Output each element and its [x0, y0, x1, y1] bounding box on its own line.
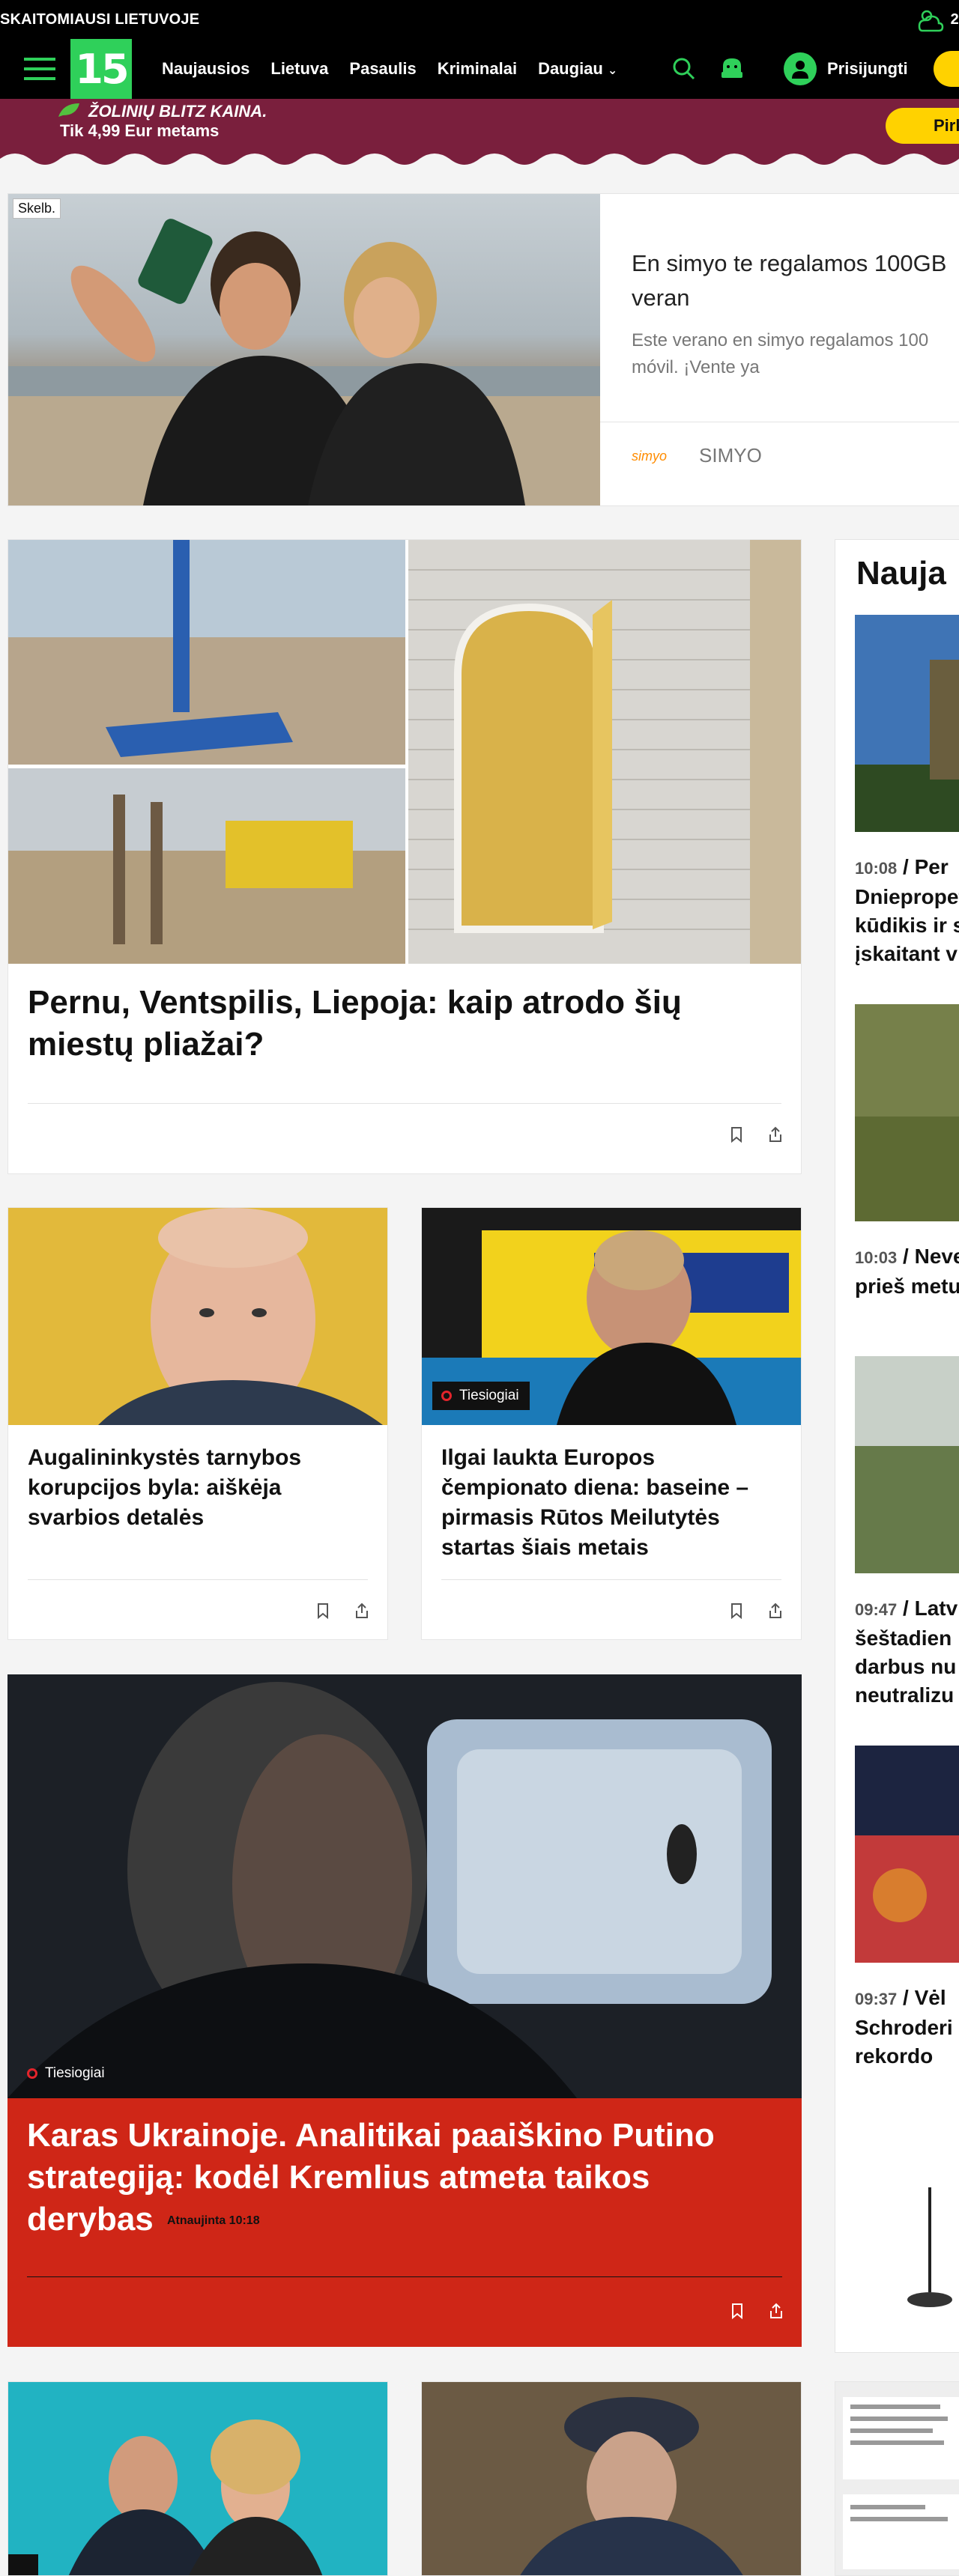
sidebar-news-item[interactable]: 10:03 / Neve prieš metu: [855, 1004, 959, 1301]
subscribe-button[interactable]: [934, 51, 959, 87]
updated-timestamp: Atnaujinta 10:18: [167, 2214, 260, 2228]
hamburger-icon: [24, 58, 55, 80]
ad-brand-name[interactable]: SIMYO: [699, 444, 762, 467]
news-thumb: [855, 1356, 959, 1573]
news-time: 10:08: [855, 859, 898, 878]
nav-link-daugiau-label: Daugiau: [538, 59, 603, 78]
ad-image: [8, 194, 600, 505]
card-actions: [727, 1602, 784, 1620]
card-actions: [728, 2302, 785, 2320]
ad-description: Este verano en simyo regalamos 100 móvil…: [632, 330, 929, 377]
most-read-label[interactable]: SKAITOMIAUSI LIETUVOJE: [0, 11, 199, 28]
news-thumb: [855, 1746, 959, 1963]
weather-cloud-sun-icon: [918, 10, 943, 32]
ad-title[interactable]: En simyo te regalamos 100GB veran: [632, 246, 959, 315]
news-time: 10:03: [855, 1248, 898, 1267]
promo-headline: ŽOLINIŲ BLITZ KAINA.: [88, 102, 267, 121]
article-card-chat-screenshot[interactable]: [835, 2381, 959, 2576]
search-icon[interactable]: [671, 55, 698, 82]
login-label: Prisijungti: [827, 59, 908, 78]
bookmark-icon[interactable]: [727, 1602, 745, 1620]
article-image-swimmer: Tiesiogiai: [422, 1208, 801, 1425]
sidebar-news-item[interactable]: 10:08 / Per Dniepropet kūdikis ir s įska…: [855, 615, 959, 968]
article-card-corruption[interactable]: Augalininkystės tarnybos korupcijos byla…: [7, 1207, 388, 1640]
card-divider: [27, 2276, 782, 2277]
live-dot-icon: [441, 1391, 452, 1401]
site-logo[interactable]: 15: [70, 39, 132, 99]
article-image-beaches: [8, 540, 801, 964]
article-card-swimming[interactable]: Tiesiogiai Ilgai laukta Europos čempiona…: [421, 1207, 802, 1640]
article-card-tennis[interactable]: [7, 2381, 388, 2576]
sidebar-news-item[interactable]: 09:47 / Latv šeštadien darbus nu neutral…: [855, 1356, 959, 1710]
article-title[interactable]: Augalininkystės tarnybos korupcijos byla…: [28, 1443, 357, 1533]
sidebar-image-partial: [855, 2172, 959, 2322]
card-actions: [727, 1126, 784, 1143]
article-image-politician: [8, 1208, 387, 1425]
top-strip: SKAITOMIAUSI LIETUVOJE 2: [0, 0, 959, 39]
nav-link-pasaulis[interactable]: Pasaulis: [349, 59, 416, 79]
article-title[interactable]: Karas Ukrainoje. Analitikai paaiškino Pu…: [27, 2115, 776, 2242]
nav-icons: [671, 39, 745, 99]
share-icon[interactable]: [353, 1602, 371, 1620]
news-time: 09:37: [855, 1990, 898, 2008]
card-actions: [314, 1602, 371, 1620]
nav-links: Naujausios Lietuva Pasaulis Kriminalai D…: [162, 59, 617, 79]
sidebar-heading: Nauja: [856, 555, 946, 592]
bookmark-icon[interactable]: [727, 1126, 745, 1143]
live-badge: Tiesiogiai: [432, 1382, 530, 1410]
promo-banner[interactable]: ŽOLINIŲ BLITZ KAINA. Tik 4,99 Eur metams…: [0, 99, 959, 153]
share-icon[interactable]: [767, 2302, 785, 2320]
sidebar-news-item[interactable]: 09:37 / Vėl Schroderi rekordo: [855, 1746, 959, 2071]
article-image-tennis-couple: [8, 2382, 387, 2575]
live-dot-icon: [27, 2068, 37, 2079]
live-badge-label: Tiesiogiai: [45, 2065, 105, 2081]
ad-brand-logo: simyo: [632, 449, 668, 464]
sponsored-badge: Skelb.: [13, 198, 61, 219]
share-icon[interactable]: [766, 1602, 784, 1620]
card-divider: [28, 1103, 781, 1104]
article-card-ukraine-war[interactable]: Tiesiogiai Karas Ukrainoje. Analitikai p…: [7, 1674, 802, 2347]
live-badge: Tiesiogiai: [18, 2059, 115, 2088]
sponsored-ad[interactable]: Skelb. En simyo te regalamos 100GB veran…: [7, 193, 959, 506]
nav-link-lietuva[interactable]: Lietuva: [270, 59, 328, 79]
news-thumb: [855, 1004, 959, 1221]
main-nav: 15 Naujausios Lietuva Pasaulis Kriminala…: [0, 39, 959, 99]
user-avatar-icon: [784, 52, 817, 85]
bookmark-icon[interactable]: [314, 1602, 332, 1620]
messages-icon[interactable]: [719, 55, 745, 82]
live-badge-label: Tiesiogiai: [459, 1388, 519, 1403]
promo-subline: Tik 4,99 Eur metams: [60, 121, 220, 140]
nav-link-daugiau[interactable]: Daugiau ⌄: [538, 59, 617, 79]
login-button[interactable]: Prisijungti: [784, 39, 908, 99]
article-image-putin: Tiesiogiai: [7, 1674, 802, 2098]
share-icon[interactable]: [766, 1126, 784, 1143]
article-title[interactable]: Pernu, Ventspilis, Liepoja: kaip atrodo …: [28, 982, 732, 1066]
menu-button[interactable]: [21, 39, 58, 99]
article-image-putin-uniform: [422, 2382, 801, 2575]
weather-widget[interactable]: 2: [915, 7, 959, 32]
promo-buy-button[interactable]: Pirk: [886, 108, 959, 144]
article-card-main[interactable]: Pernu, Ventspilis, Liepoja: kaip atrodo …: [7, 539, 802, 1174]
chat-screenshot-image: [835, 2382, 959, 2575]
nav-link-naujausios[interactable]: Naujausios: [162, 59, 249, 79]
news-thumb: [855, 615, 959, 832]
weather-temp: 2: [950, 10, 959, 28]
latest-news-sidebar: Nauja 10:08 / Per Dniepropet kūdikis ir …: [835, 539, 959, 2353]
nav-link-kriminalai[interactable]: Kriminalai: [438, 59, 517, 79]
news-time: 09:47: [855, 1600, 898, 1619]
article-title[interactable]: Ilgai laukta Europos čempionato diena: b…: [441, 1443, 786, 1563]
ad-photo-selfie-couple: [8, 219, 600, 505]
article-card-putin-2[interactable]: [421, 2381, 802, 2576]
card-divider: [441, 1579, 781, 1580]
bookmark-icon[interactable]: [728, 2302, 746, 2320]
leaf-icon: [58, 103, 79, 117]
chevron-down-icon: ⌄: [607, 64, 618, 77]
article-title-text: Karas Ukrainoje. Analitikai paaiškino Pu…: [27, 2117, 715, 2238]
card-divider: [28, 1579, 368, 1580]
promo-wave-divider: [0, 151, 959, 165]
